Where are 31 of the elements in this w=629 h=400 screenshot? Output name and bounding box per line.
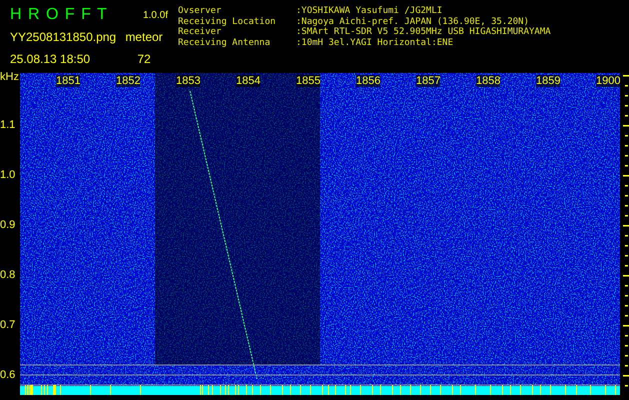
time-label: 1857: [416, 75, 440, 87]
time-label: 1856: [356, 75, 380, 87]
app-title: H R O F F T: [10, 6, 109, 24]
info-value: :YOSHIKAWA Yasufumi /JG2MLI: [296, 6, 444, 16]
time-label: 1858: [476, 75, 500, 87]
event-count: 72: [137, 52, 151, 66]
version-label: 1.0.0f: [142, 10, 169, 20]
time-label: 1852: [116, 75, 140, 87]
timestamp-label: 25.08.13 18:50: [10, 52, 90, 66]
frequency-label: 1.0: [0, 169, 16, 181]
time-label: 1851: [56, 75, 80, 87]
frequency-label: 0.6: [0, 369, 16, 381]
event-label: meteor: [125, 30, 163, 44]
filename-label: YY2508131850.png: [10, 30, 116, 44]
info-value: :Nagoya Aichi-pref. JAPAN (136.90E, 35.20N): [296, 16, 530, 27]
time-label: 1900: [596, 75, 620, 87]
frequency-label: 0.7: [0, 319, 16, 331]
unit-label: kHz: [0, 71, 19, 83]
frequency-label: 1.1: [0, 119, 16, 131]
info-label: Receiving Antenna: [178, 38, 272, 48]
info-label: Receiving Location: [178, 16, 277, 27]
time-label: 1855: [296, 75, 320, 87]
time-label: 1859: [536, 75, 560, 87]
time-label: 1853: [176, 75, 200, 87]
time-label: 1854: [236, 75, 260, 87]
frequency-label: 0.8: [0, 269, 16, 281]
info-value: :10mH 3el.YAGI Horizontal:ENE: [296, 38, 454, 48]
info-value: :SMArt RTL-SDR V5 52.905MHz USB HIGASHIMURAYAMA: [296, 27, 551, 38]
info-label: Ovserver: [178, 6, 222, 16]
info-label: Receiver: [178, 27, 222, 38]
frequency-label: 0.9: [0, 219, 16, 231]
